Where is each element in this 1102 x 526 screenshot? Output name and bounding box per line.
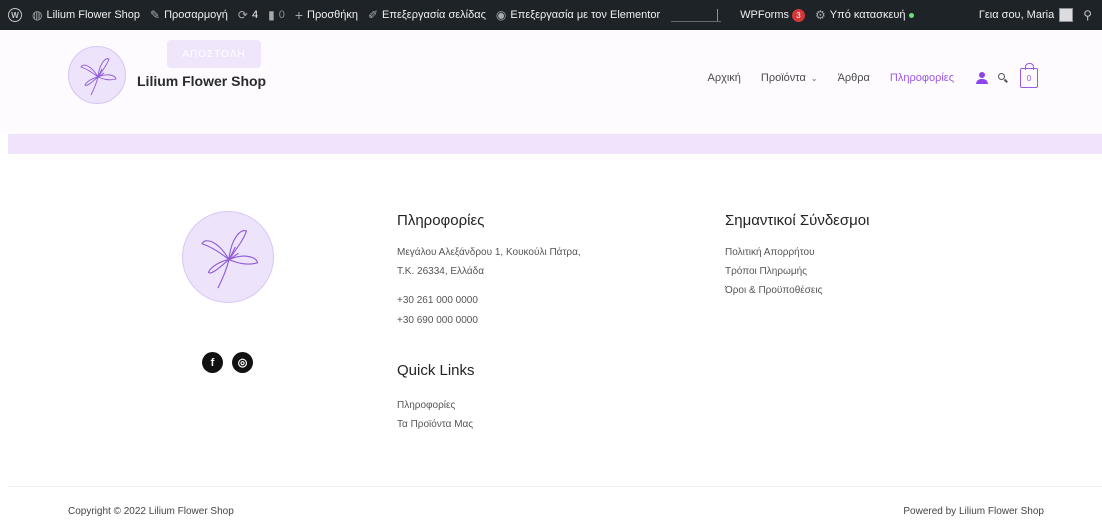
ghost-button[interactable]: ΑΠΟΣΤΟΛΗ xyxy=(167,40,261,68)
wp-admin-bar: W ◍ Lilium Flower Shop ✎ Προσαρμογή ⟳ 4 … xyxy=(0,0,1102,30)
chevron-down-icon: ⌄ xyxy=(810,73,818,83)
account-icon[interactable] xyxy=(976,72,988,84)
admin-search-button[interactable]: ⚲ xyxy=(1078,0,1102,30)
new-content-label: Προσθήκη xyxy=(307,9,358,21)
stats-sparkline[interactable] xyxy=(671,8,722,22)
nav-item-articles[interactable]: Άρθρα xyxy=(838,72,870,84)
link-privacy[interactable]: Πολιτική Απορρήτου xyxy=(725,246,815,259)
comments-link[interactable]: ▮ 0 xyxy=(263,0,290,30)
elementor-icon: ◉ xyxy=(495,8,507,22)
copyright-text: Copyright © 2022 Lilium Flower Shop xyxy=(68,506,234,517)
edit-elementor-label: Επεξεργασία με τον Elementor xyxy=(510,9,661,21)
wordpress-icon: W xyxy=(8,8,22,22)
phone-link-1[interactable]: +30 261 000 0000 xyxy=(397,294,478,307)
cart-count: 0 xyxy=(1026,73,1032,83)
site-name-link[interactable]: ◍ Lilium Flower Shop xyxy=(27,0,145,30)
search-icon[interactable] xyxy=(998,73,1008,83)
cart-button[interactable]: 0 xyxy=(1020,63,1038,88)
maintenance-label: Υπό κατασκευή xyxy=(829,9,906,21)
brush-icon: ✎ xyxy=(150,8,161,22)
wpforms-label: WPForms xyxy=(740,9,790,21)
page-title-band xyxy=(8,134,1102,154)
quick-link-info[interactable]: Πληροφορίες xyxy=(397,399,455,412)
nav-label: Πληροφορίες xyxy=(889,72,954,84)
wpforms-badge: 3 xyxy=(792,8,806,22)
site-name-label: Lilium Flower Shop xyxy=(46,9,141,21)
instagram-icon[interactable]: ◎ xyxy=(232,352,253,373)
site-logo[interactable] xyxy=(68,46,126,104)
info-widget-title: Πληροφορίες xyxy=(397,212,485,229)
search-icon: ⚲ xyxy=(1083,8,1092,22)
edit-page-label: Επεξεργασία σελίδας xyxy=(382,9,486,21)
lily-logo-icon xyxy=(201,230,259,289)
comment-icon: ▮ xyxy=(268,8,275,22)
main-navigation: Αρχική Προϊόντα ⌄ Άρθρα Πληροφορίες 0 xyxy=(687,63,1038,88)
link-payment[interactable]: Τρόποι Πληρωμής xyxy=(725,265,807,278)
wpforms-link[interactable]: WPForms 3 xyxy=(735,0,810,30)
my-account-link[interactable]: Γεια σου, Maria xyxy=(974,0,1078,30)
wordpress-logo-button[interactable]: W xyxy=(0,0,27,30)
facebook-icon[interactable]: f xyxy=(202,352,223,373)
dashboard-icon: ◍ xyxy=(32,8,43,22)
nav-label: Αρχική xyxy=(707,72,741,84)
nav-item-products[interactable]: Προϊόντα ⌄ xyxy=(761,72,818,84)
customize-link[interactable]: ✎ Προσαρμογή xyxy=(145,0,233,30)
pencil-icon: ✐ xyxy=(367,8,379,22)
link-terms[interactable]: Όροι & Προϋποθέσεις xyxy=(725,284,822,297)
avatar xyxy=(1059,8,1074,22)
quick-links-title: Quick Links xyxy=(397,362,475,379)
address-line-2: Τ.Κ. 26334, Ελλάδα xyxy=(397,266,485,277)
footer-logo[interactable] xyxy=(182,211,274,303)
address-line-1: Μεγάλου Αλεξάνδρου 1, Κουκούλι Πάτρα, xyxy=(397,247,581,258)
updates-icon: ⟳ xyxy=(237,8,248,22)
quick-link-products[interactable]: Τα Προϊόντα Μας xyxy=(397,418,473,431)
edit-page-link[interactable]: ✐ Επεξεργασία σελίδας xyxy=(363,0,491,30)
site-header: ΑΠΟΣΤΟΛΗ Lilium Flower Shop Αρχική Προϊό… xyxy=(0,30,1102,134)
phone-link-2[interactable]: +30 690 000 0000 xyxy=(397,314,478,327)
site-title[interactable]: Lilium Flower Shop xyxy=(137,73,266,89)
comments-count: 0 xyxy=(278,9,285,21)
edit-elementor-link[interactable]: ◉ Επεξεργασία με τον Elementor xyxy=(491,0,665,30)
nav-item-home[interactable]: Αρχική xyxy=(707,72,740,84)
nav-label: Άρθρα xyxy=(837,72,870,84)
powered-by-text: Powered by Lilium Flower Shop xyxy=(903,506,1044,517)
important-links-title: Σημαντικοί Σύνδεσμοι xyxy=(725,212,870,229)
lily-logo-icon xyxy=(80,58,117,96)
gear-icon: ⚙ xyxy=(815,8,826,22)
nav-label: Προϊόντα xyxy=(760,72,806,84)
footer-divider xyxy=(8,486,1102,487)
new-content-link[interactable]: + Προσθήκη xyxy=(290,0,363,30)
plus-icon: + xyxy=(294,7,304,23)
nav-item-info[interactable]: Πληροφορίες xyxy=(890,72,954,84)
updates-link[interactable]: ⟳ 4 xyxy=(233,0,263,30)
greeting-label: Γεια σου, Maria xyxy=(978,9,1055,21)
updates-count: 4 xyxy=(251,9,259,21)
customize-label: Προσαρμογή xyxy=(164,9,228,21)
status-dot-icon xyxy=(909,12,915,18)
maintenance-link[interactable]: ⚙ Υπό κατασκευή xyxy=(810,0,919,30)
